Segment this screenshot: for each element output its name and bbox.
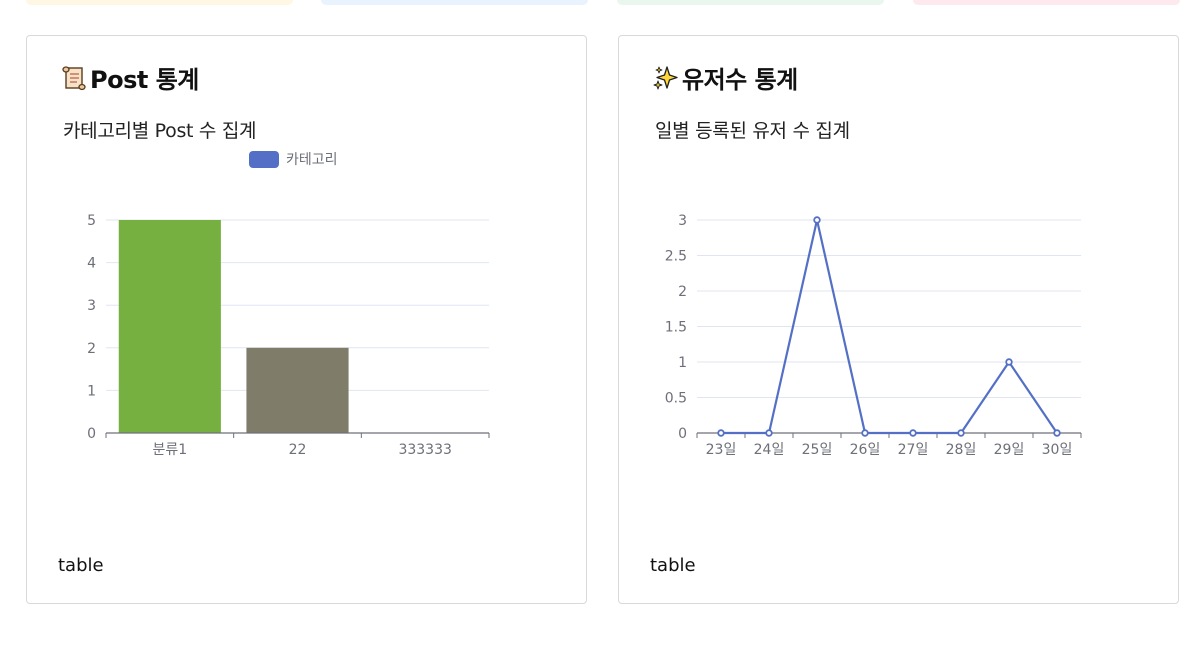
daily-user-line-chart: 0 0.5 1 1.5 2 2.5 3 23일 24일 25일 26일 27일 28일 29일 30일 — [665, 213, 1082, 458]
data-point-1 — [765, 429, 773, 437]
x-tick-label: 23일 — [706, 442, 737, 458]
x-tick-label: 25일 — [802, 442, 833, 458]
y-tick-label: 0 — [87, 426, 96, 442]
data-point-7 — [1053, 429, 1061, 437]
y-tick-label: 3 — [678, 213, 687, 229]
x-tick-label: 26일 — [850, 442, 881, 458]
post-stats-table-label: table — [58, 555, 104, 576]
y-tick-label: 2.5 — [665, 249, 687, 265]
y-tick-label: 1 — [87, 383, 96, 399]
data-point-0 — [717, 429, 725, 437]
summary-card-strip-pink — [913, 0, 1180, 5]
data-point-6 — [1005, 358, 1013, 366]
y-tick-label: 1 — [678, 355, 687, 371]
data-point-4 — [909, 429, 917, 437]
post-stats-card: Post 통계 카테고리별 Post 수 집계 카테고리 0 1 2 3 4 5 분류1 22 3… — [26, 35, 587, 604]
bar-chart-legend: 카테고리 — [249, 151, 338, 168]
data-point-5 — [957, 429, 965, 437]
summary-card-strip-yellow — [26, 0, 293, 5]
data-point-3 — [861, 429, 869, 437]
y-tick-label: 1.5 — [665, 320, 687, 336]
post-category-bar-chart: 카테고리 0 1 2 3 4 5 분류1 22 333333 — [87, 151, 490, 458]
summary-card-strip-blue — [321, 0, 588, 5]
x-tick-label: 분류1 — [152, 442, 187, 458]
summary-card-strip-green — [617, 0, 884, 5]
x-tick-label: 28일 — [946, 442, 977, 458]
x-tick-label: 22 — [289, 442, 307, 458]
user-stats-table-label: table — [650, 555, 696, 576]
y-tick-label: 2 — [678, 284, 687, 300]
bar-0 — [118, 220, 221, 433]
legend-label: 카테고리 — [286, 152, 338, 168]
bar-1 — [246, 347, 349, 433]
user-stats-card: 유저수 통계 일별 등록된 유저 수 집계 0 0.5 1 1.5 2 2.5 3 23일 24… — [618, 35, 1179, 604]
x-tick-label: 29일 — [994, 442, 1025, 458]
y-tick-label: 4 — [87, 256, 96, 272]
y-tick-label: 0.5 — [665, 391, 687, 407]
x-tick-label: 27일 — [898, 442, 929, 458]
y-tick-label: 3 — [87, 298, 96, 314]
x-tick-label: 24일 — [754, 442, 785, 458]
y-tick-label: 2 — [87, 341, 96, 357]
x-tick-label: 30일 — [1042, 442, 1073, 458]
y-tick-label: 5 — [87, 213, 96, 229]
data-point-2 — [813, 216, 821, 224]
legend-swatch — [249, 151, 279, 168]
x-tick-label: 333333 — [398, 442, 451, 458]
y-tick-label: 0 — [678, 426, 687, 442]
